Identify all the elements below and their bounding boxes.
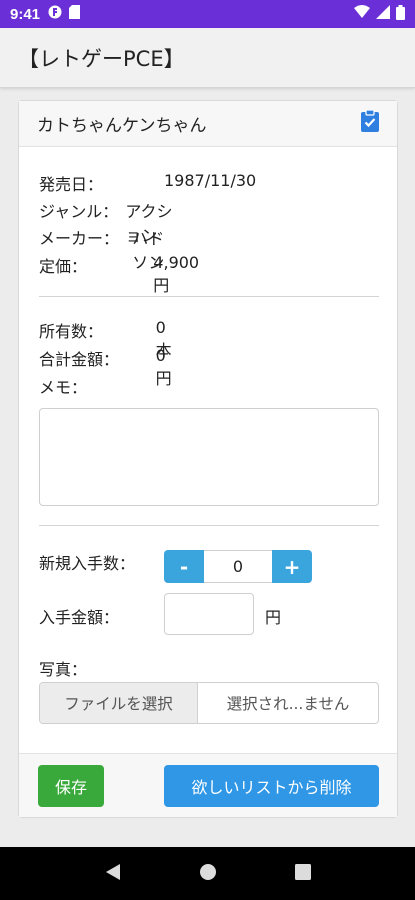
memo-textarea[interactable] — [39, 408, 379, 506]
increment-button[interactable]: + — [272, 550, 312, 583]
navigation-bar — [0, 847, 415, 900]
detail-value: 1987/11/30 — [164, 171, 257, 190]
notification-app-icon — [48, 5, 62, 23]
memo-label: メモ： — [39, 378, 88, 397]
divider — [39, 296, 379, 297]
detail-row-price: 定価： 4,900円 — [39, 253, 210, 296]
back-icon[interactable] — [105, 863, 121, 885]
status-bar: 9:41 — [0, 0, 415, 28]
home-icon[interactable] — [199, 863, 217, 885]
clipboard-check-icon[interactable] — [361, 109, 379, 137]
status-icons — [354, 4, 405, 24]
divider — [39, 525, 379, 526]
remove-from-wishlist-button[interactable]: 欲しいリストから削除 — [164, 765, 379, 807]
choose-file-button[interactable]: ファイルを選択 — [40, 683, 198, 723]
quantity-stepper: - 0 + — [164, 550, 312, 583]
card-footer: 保存 欲しいリストから削除 — [19, 753, 397, 817]
file-status: 選択され...ません — [226, 695, 350, 713]
app-title: 【レトゲーPCE】 — [18, 46, 185, 71]
file-input[interactable]: ファイルを選択 選択され...ません — [39, 682, 379, 724]
battery-icon — [396, 4, 405, 24]
recents-icon[interactable] — [294, 863, 311, 884]
photo-row: 写真： — [39, 656, 164, 680]
amount-unit: 円 — [265, 608, 282, 627]
detail-row-release: 発売日： 1987/11/30 — [39, 171, 256, 195]
amount-row: 入手金額： — [39, 604, 164, 628]
game-detail-card: カトちゃんケンちゃん 発売日： 1987/11/30 ジャンル： アクション メ… — [18, 100, 398, 818]
wifi-icon — [354, 5, 370, 23]
sd-card-icon — [69, 5, 81, 23]
card-header: カトちゃんケンちゃん — [19, 101, 397, 147]
app-bar: 【レトゲーPCE】 — [0, 28, 415, 88]
save-button[interactable]: 保存 — [38, 765, 104, 807]
amount-label: 入手金額： — [39, 608, 120, 627]
memo-row: メモ： — [39, 374, 164, 398]
detail-value: 4,900円 — [153, 253, 200, 295]
quantity-label: 新規入手数： — [39, 554, 136, 573]
signal-icon — [376, 5, 390, 23]
decrement-button[interactable]: - — [164, 550, 204, 583]
photo-label: 写真： — [39, 660, 88, 679]
quantity-input[interactable]: 0 — [204, 550, 272, 583]
game-title: カトちゃんケンちゃん — [37, 116, 207, 136]
status-time: 9:41 — [10, 5, 41, 23]
detail-label: 発売日： — [39, 175, 104, 194]
detail-label: 定価： — [39, 257, 88, 276]
quantity-row: 新規入手数： — [39, 550, 164, 574]
amount-input[interactable] — [164, 593, 254, 635]
